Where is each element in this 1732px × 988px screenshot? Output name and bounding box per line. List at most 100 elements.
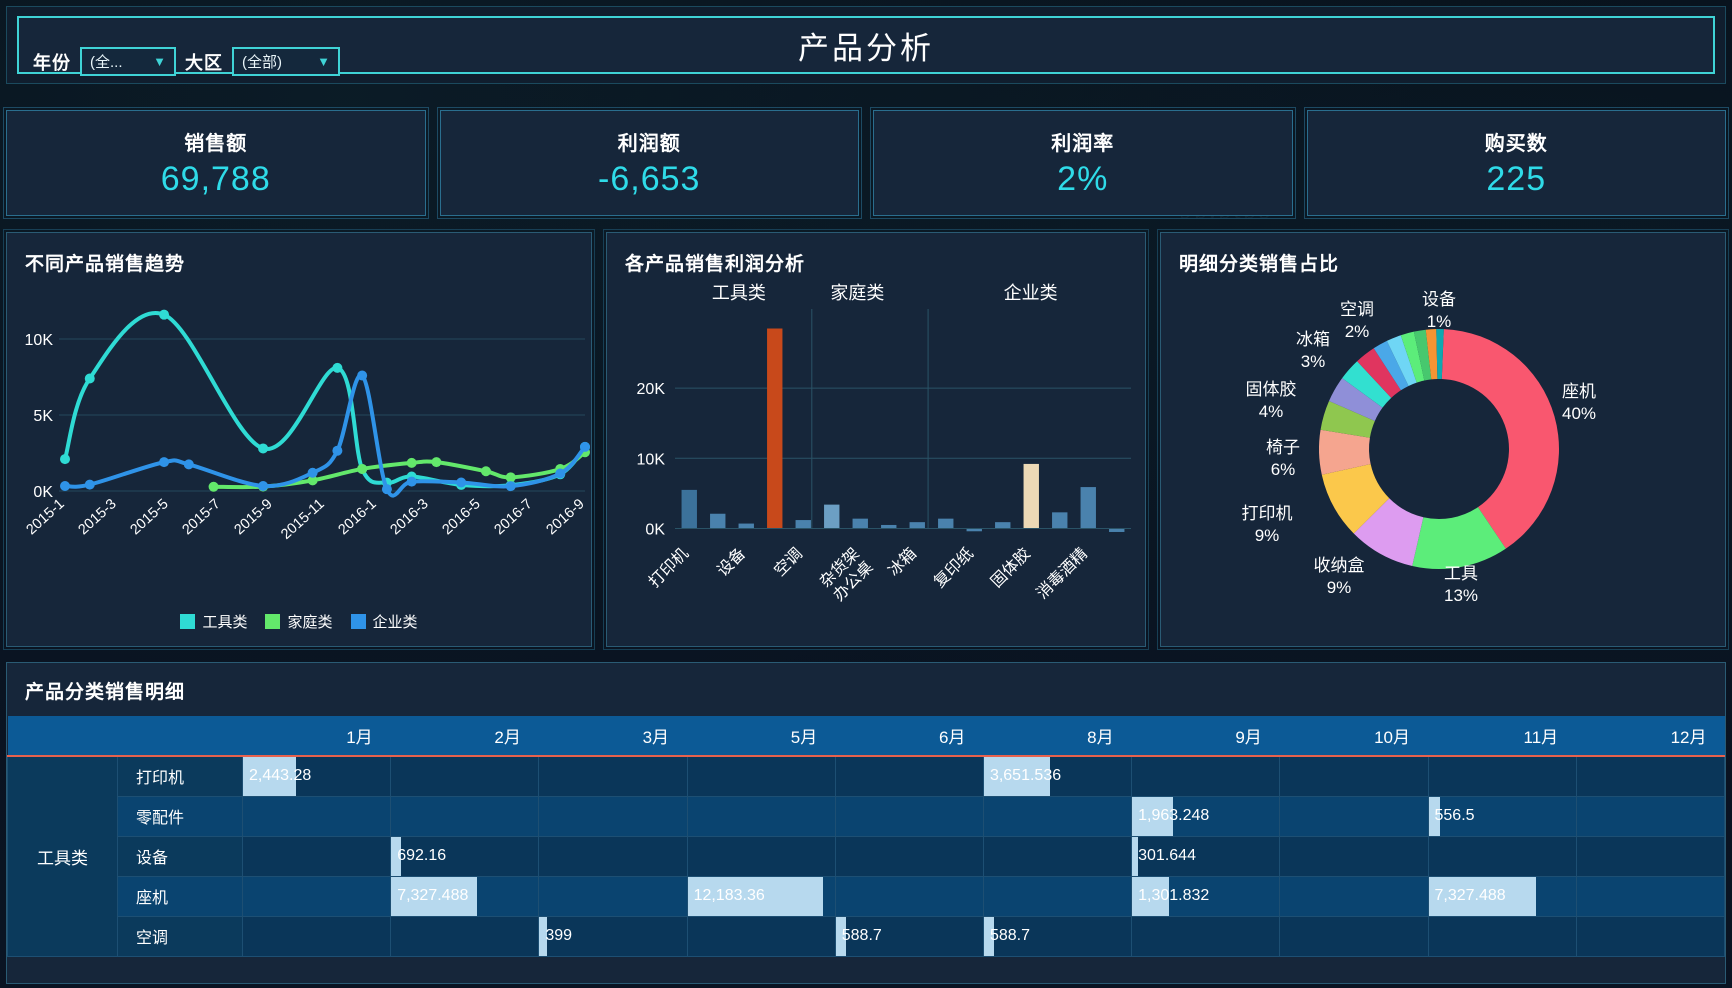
donut-chart-svg[interactable]: 设备 1% 空调 2% 冰箱 3%固体胶 4% 椅子 6% 打印机 9% 收纳盒 9% 工具 13% 座机 40…	[1161, 267, 1727, 647]
kpi-card-profit[interactable]: 利润额 -6,653	[436, 107, 862, 219]
table-cell-value[interactable]	[241, 915, 392, 957]
line-chart-legend: 工具类 家庭类 企业类	[7, 611, 591, 632]
year-filter-select[interactable]: (全... ▼	[80, 47, 176, 76]
table-row[interactable]: 空调 399 588.7 588.7	[8, 915, 1725, 957]
table-cell-value[interactable]	[1575, 875, 1725, 917]
table-cell-value[interactable]	[982, 875, 1133, 917]
table-cell-value[interactable]	[982, 835, 1133, 877]
table-cell-value[interactable]	[390, 915, 540, 957]
pie-label-pct: 2%	[1345, 322, 1370, 341]
legend-swatch	[350, 614, 366, 629]
data-point	[159, 309, 170, 320]
table-cell-value[interactable]: 692.16	[390, 835, 540, 877]
table-cell-value[interactable]: 7,327.488	[1427, 875, 1577, 917]
table-header-month[interactable]: 3月	[538, 716, 688, 756]
table-cell-value[interactable]	[834, 875, 984, 917]
data-point	[332, 445, 343, 456]
table-cell-value[interactable]	[834, 835, 984, 877]
table-cell-value[interactable]	[538, 835, 688, 877]
table-row[interactable]: 设备 692.16 301.644	[8, 835, 1725, 877]
line-chart[interactable]: 0K 5K 10K 2015-1 2015-3 2015-5 2015-7 2015-9 201…	[7, 273, 591, 603]
table-cell-value[interactable]	[1575, 755, 1725, 797]
table-cell-value[interactable]	[1131, 755, 1281, 797]
data-point	[84, 373, 95, 384]
table-cell-value[interactable]	[538, 755, 688, 797]
data-point	[60, 480, 70, 491]
y-axis-tick: 10K	[637, 451, 666, 468]
table-cell-value[interactable]: 556.5	[1427, 795, 1577, 837]
table-row[interactable]: 零配件 1,963.248 556.5	[8, 795, 1725, 837]
table-row[interactable]: 工具类 打印机 2,443.28 3,651.536	[7, 755, 1725, 957]
kpi-card-purchase-count[interactable]: 购买数 225	[1303, 107, 1729, 219]
table-cell-value[interactable]	[1575, 795, 1725, 837]
table-cell-value[interactable]	[834, 795, 984, 837]
table-cell-value[interactable]: 7,327.488	[390, 875, 540, 917]
table-cell-value[interactable]	[1279, 835, 1429, 877]
table-cell-value[interactable]	[982, 795, 1133, 837]
table-cell-value[interactable]	[686, 755, 836, 797]
legend-swatch	[180, 614, 196, 629]
table-header-month[interactable]: 8月	[983, 716, 1132, 756]
pie-label: 固体胶	[1246, 380, 1297, 399]
table-header-month[interactable]: 6月	[835, 716, 984, 756]
table-cell-value[interactable]	[241, 835, 392, 877]
table-cell-value[interactable]	[390, 755, 540, 797]
table-cell-value[interactable]: 12,183.36	[686, 875, 836, 917]
table-cell-value[interactable]: 3,651.536	[982, 755, 1133, 797]
table-cell-value[interactable]	[241, 795, 392, 837]
kpi-card-profit-rate[interactable]: 利润率 2%	[870, 107, 1295, 219]
chevron-down-icon: ▼	[317, 54, 330, 69]
table-cell-value[interactable]: 2,443.28	[241, 755, 392, 797]
table-cell-value[interactable]: 1,301.832	[1131, 875, 1281, 917]
table-cell-value[interactable]	[1131, 915, 1281, 957]
filter-label-year: 年份	[33, 52, 71, 73]
donut-chart[interactable]: 设备 1% 空调 2% 冰箱 3% 固体胶 4% 椅子 6% 打印机 9% 收纳盒 9% 工具 13% 座机 40…	[1161, 267, 1725, 647]
table-cell-value[interactable]: 588.7	[834, 915, 984, 957]
table-cell-value[interactable]	[390, 795, 540, 837]
table-header-month[interactable]: 1月	[242, 716, 391, 756]
table-cell-value[interactable]	[241, 875, 392, 917]
table-cell-value[interactable]	[1575, 835, 1725, 877]
legend-item-enterprise[interactable]: 企业类	[350, 611, 418, 632]
x-axis-tick: 2015-5	[127, 496, 171, 538]
legend-item-home[interactable]: 家庭类	[265, 611, 333, 632]
bar	[710, 513, 726, 529]
region-filter-select[interactable]: (全部) ▼	[232, 47, 340, 76]
table-cell-value[interactable]	[686, 835, 836, 877]
table-cell-value[interactable]	[1279, 915, 1429, 957]
kpi-label: 销售额	[184, 133, 248, 155]
table-cell-value[interactable]	[538, 875, 688, 917]
data-point	[357, 370, 368, 381]
table-row[interactable]: 座机 7,327.488 12,183.36 1,301.832 7,327.488	[8, 875, 1725, 917]
table-cell-value[interactable]: 1,963.248	[1131, 795, 1281, 837]
x-axis-tick: 2016-7	[491, 496, 535, 538]
bar-chart-svg[interactable]: 0K10K20K工具类 家庭类 企业类打印机 设备 空调 杂货架办公桌 冰箱 复印纸 固体胶 消毒…	[607, 267, 1147, 647]
line-chart-svg[interactable]: 0K5K10K2015-1 2015-3 2015-5 2015-7 2015-9 201…	[7, 273, 593, 603]
table-cell-value[interactable]: 301.644	[1131, 835, 1281, 877]
table-cell-value[interactable]	[686, 795, 836, 837]
table-cell-value[interactable]	[1575, 915, 1725, 957]
table-cell-value[interactable]	[834, 755, 984, 797]
table-cell-value[interactable]	[1427, 755, 1577, 797]
table-cell-value[interactable]	[538, 795, 688, 837]
table-header-month[interactable]: 10月	[1279, 716, 1428, 756]
table-cell-value[interactable]	[1279, 875, 1429, 917]
table-cell-value[interactable]: 588.7	[982, 915, 1133, 957]
kpi-card-sales[interactable]: 销售额 69,788	[3, 107, 428, 219]
table-cell-value[interactable]	[1427, 915, 1577, 957]
table-cell-value[interactable]: 399	[538, 915, 688, 957]
x-axis-tick: 2015-3	[75, 496, 119, 538]
table-header-month[interactable]: 12月	[1576, 716, 1725, 756]
data-point	[406, 476, 417, 487]
table-cell-value[interactable]	[686, 915, 836, 957]
table-header-month[interactable]: 9月	[1131, 716, 1280, 756]
table-header-month[interactable]: 11月	[1428, 716, 1577, 756]
table-cell-value[interactable]	[1279, 755, 1429, 797]
header-inner-frame: 产品分析 年份 (全... ▼ 大区 (全部) ▼	[17, 16, 1715, 76]
table-cell-value[interactable]	[1427, 835, 1577, 877]
table-cell-value[interactable]	[1279, 795, 1429, 837]
legend-item-tools[interactable]: 工具类	[180, 611, 247, 632]
bar-chart[interactable]: 0K 10K 20K 工具类 家庭类 企业类 打印机 设备 空调 杂货架 办公桌 冰箱 复印纸 固体胶 消毒…	[607, 267, 1145, 647]
table-header-month[interactable]: 2月	[390, 716, 539, 756]
table-header-month[interactable]: 5月	[687, 716, 836, 756]
